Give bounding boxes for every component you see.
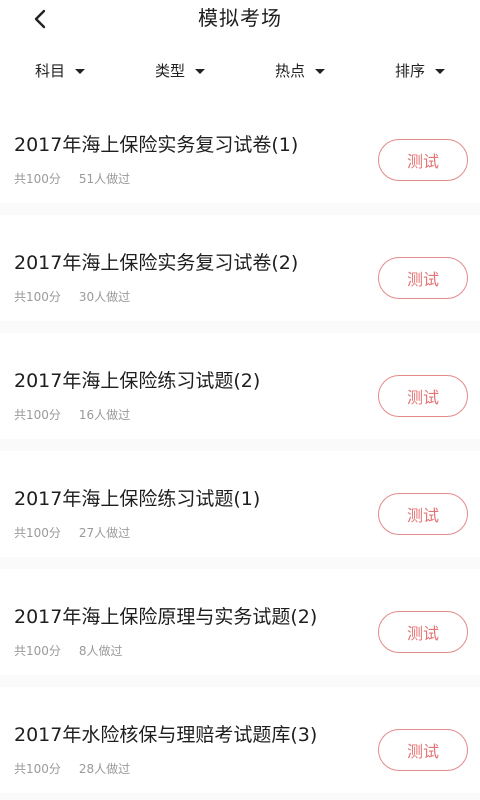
exam-taken-count: 30人做过	[78, 290, 131, 304]
exam-taken-count: 16人做过	[78, 408, 131, 422]
exam-meta: 共100分 16人做过	[14, 407, 130, 423]
filter-bar: 科目 类型 热点 排序	[0, 48, 480, 92]
list-item[interactable]: 2017年海上保险实务复习试卷(1) 共100分 51人做过 测试	[0, 97, 480, 203]
exam-score: 共100分	[14, 762, 61, 776]
exam-score: 共100分	[14, 290, 61, 304]
list-item[interactable]: 2017年海上保险练习试题(2) 共100分 16人做过 测试	[0, 333, 480, 439]
exam-title: 2017年海上保险实务复习试卷(2)	[14, 252, 299, 274]
filter-label: 类型	[154, 61, 185, 80]
exam-score: 共100分	[14, 172, 61, 186]
exam-taken-count: 51人做过	[78, 172, 131, 186]
filter-label: 热点	[274, 61, 305, 80]
filter-subject[interactable]: 科目	[0, 48, 120, 92]
filter-label: 科目	[34, 61, 65, 80]
list-item[interactable]: 2017年海上保险练习试题(1) 共100分 27人做过 测试	[0, 451, 480, 557]
exam-meta: 共100分 51人做过	[14, 171, 130, 187]
app-header: 模拟考场	[0, 0, 480, 40]
caret-down-icon	[315, 68, 325, 74]
exam-title: 2017年水险核保与理赔考试题库(3)	[14, 724, 318, 746]
exam-title: 2017年海上保险练习试题(1)	[14, 488, 261, 510]
exam-taken-count: 28人做过	[78, 762, 131, 776]
test-button[interactable]: 测试	[378, 375, 468, 417]
list-item[interactable]: 2017年水险核保与理赔考试题库(3) 共100分 28人做过 测试	[0, 687, 480, 793]
list-item[interactable]: 2017年海上保险原理与实务试题(2) 共100分 8人做过 测试	[0, 569, 480, 675]
caret-down-icon	[75, 68, 85, 74]
test-button[interactable]: 测试	[378, 139, 468, 181]
exam-taken-count: 8人做过	[78, 644, 123, 658]
exam-list: 2017年海上保险实务复习试卷(1) 共100分 51人做过 测试 2017年海上…	[0, 97, 480, 800]
caret-down-icon	[195, 68, 205, 74]
exam-score: 共100分	[14, 526, 61, 540]
exam-meta: 共100分 28人做过	[14, 761, 130, 777]
exam-score: 共100分	[14, 644, 61, 658]
filter-sort[interactable]: 排序	[360, 48, 480, 92]
exam-taken-count: 27人做过	[78, 526, 131, 540]
filter-label: 排序	[394, 61, 425, 80]
test-button[interactable]: 测试	[378, 257, 468, 299]
exam-meta: 共100分 8人做过	[14, 643, 123, 659]
test-button[interactable]: 测试	[378, 729, 468, 771]
caret-down-icon	[435, 68, 445, 74]
exam-title: 2017年海上保险练习试题(2)	[14, 370, 261, 392]
test-button[interactable]: 测试	[378, 493, 468, 535]
exam-meta: 共100分 30人做过	[14, 289, 130, 305]
exam-meta: 共100分 27人做过	[14, 525, 130, 541]
list-item[interactable]: 2017年海上保险实务复习试卷(2) 共100分 30人做过 测试	[0, 215, 480, 321]
exam-title: 2017年海上保险实务复习试卷(1)	[14, 134, 299, 156]
exam-title: 2017年海上保险原理与实务试题(2)	[14, 606, 318, 628]
test-button[interactable]: 测试	[378, 611, 468, 653]
page-title: 模拟考场	[198, 6, 282, 30]
filter-hot[interactable]: 热点	[240, 48, 360, 92]
exam-score: 共100分	[14, 408, 61, 422]
filter-type[interactable]: 类型	[120, 48, 240, 92]
